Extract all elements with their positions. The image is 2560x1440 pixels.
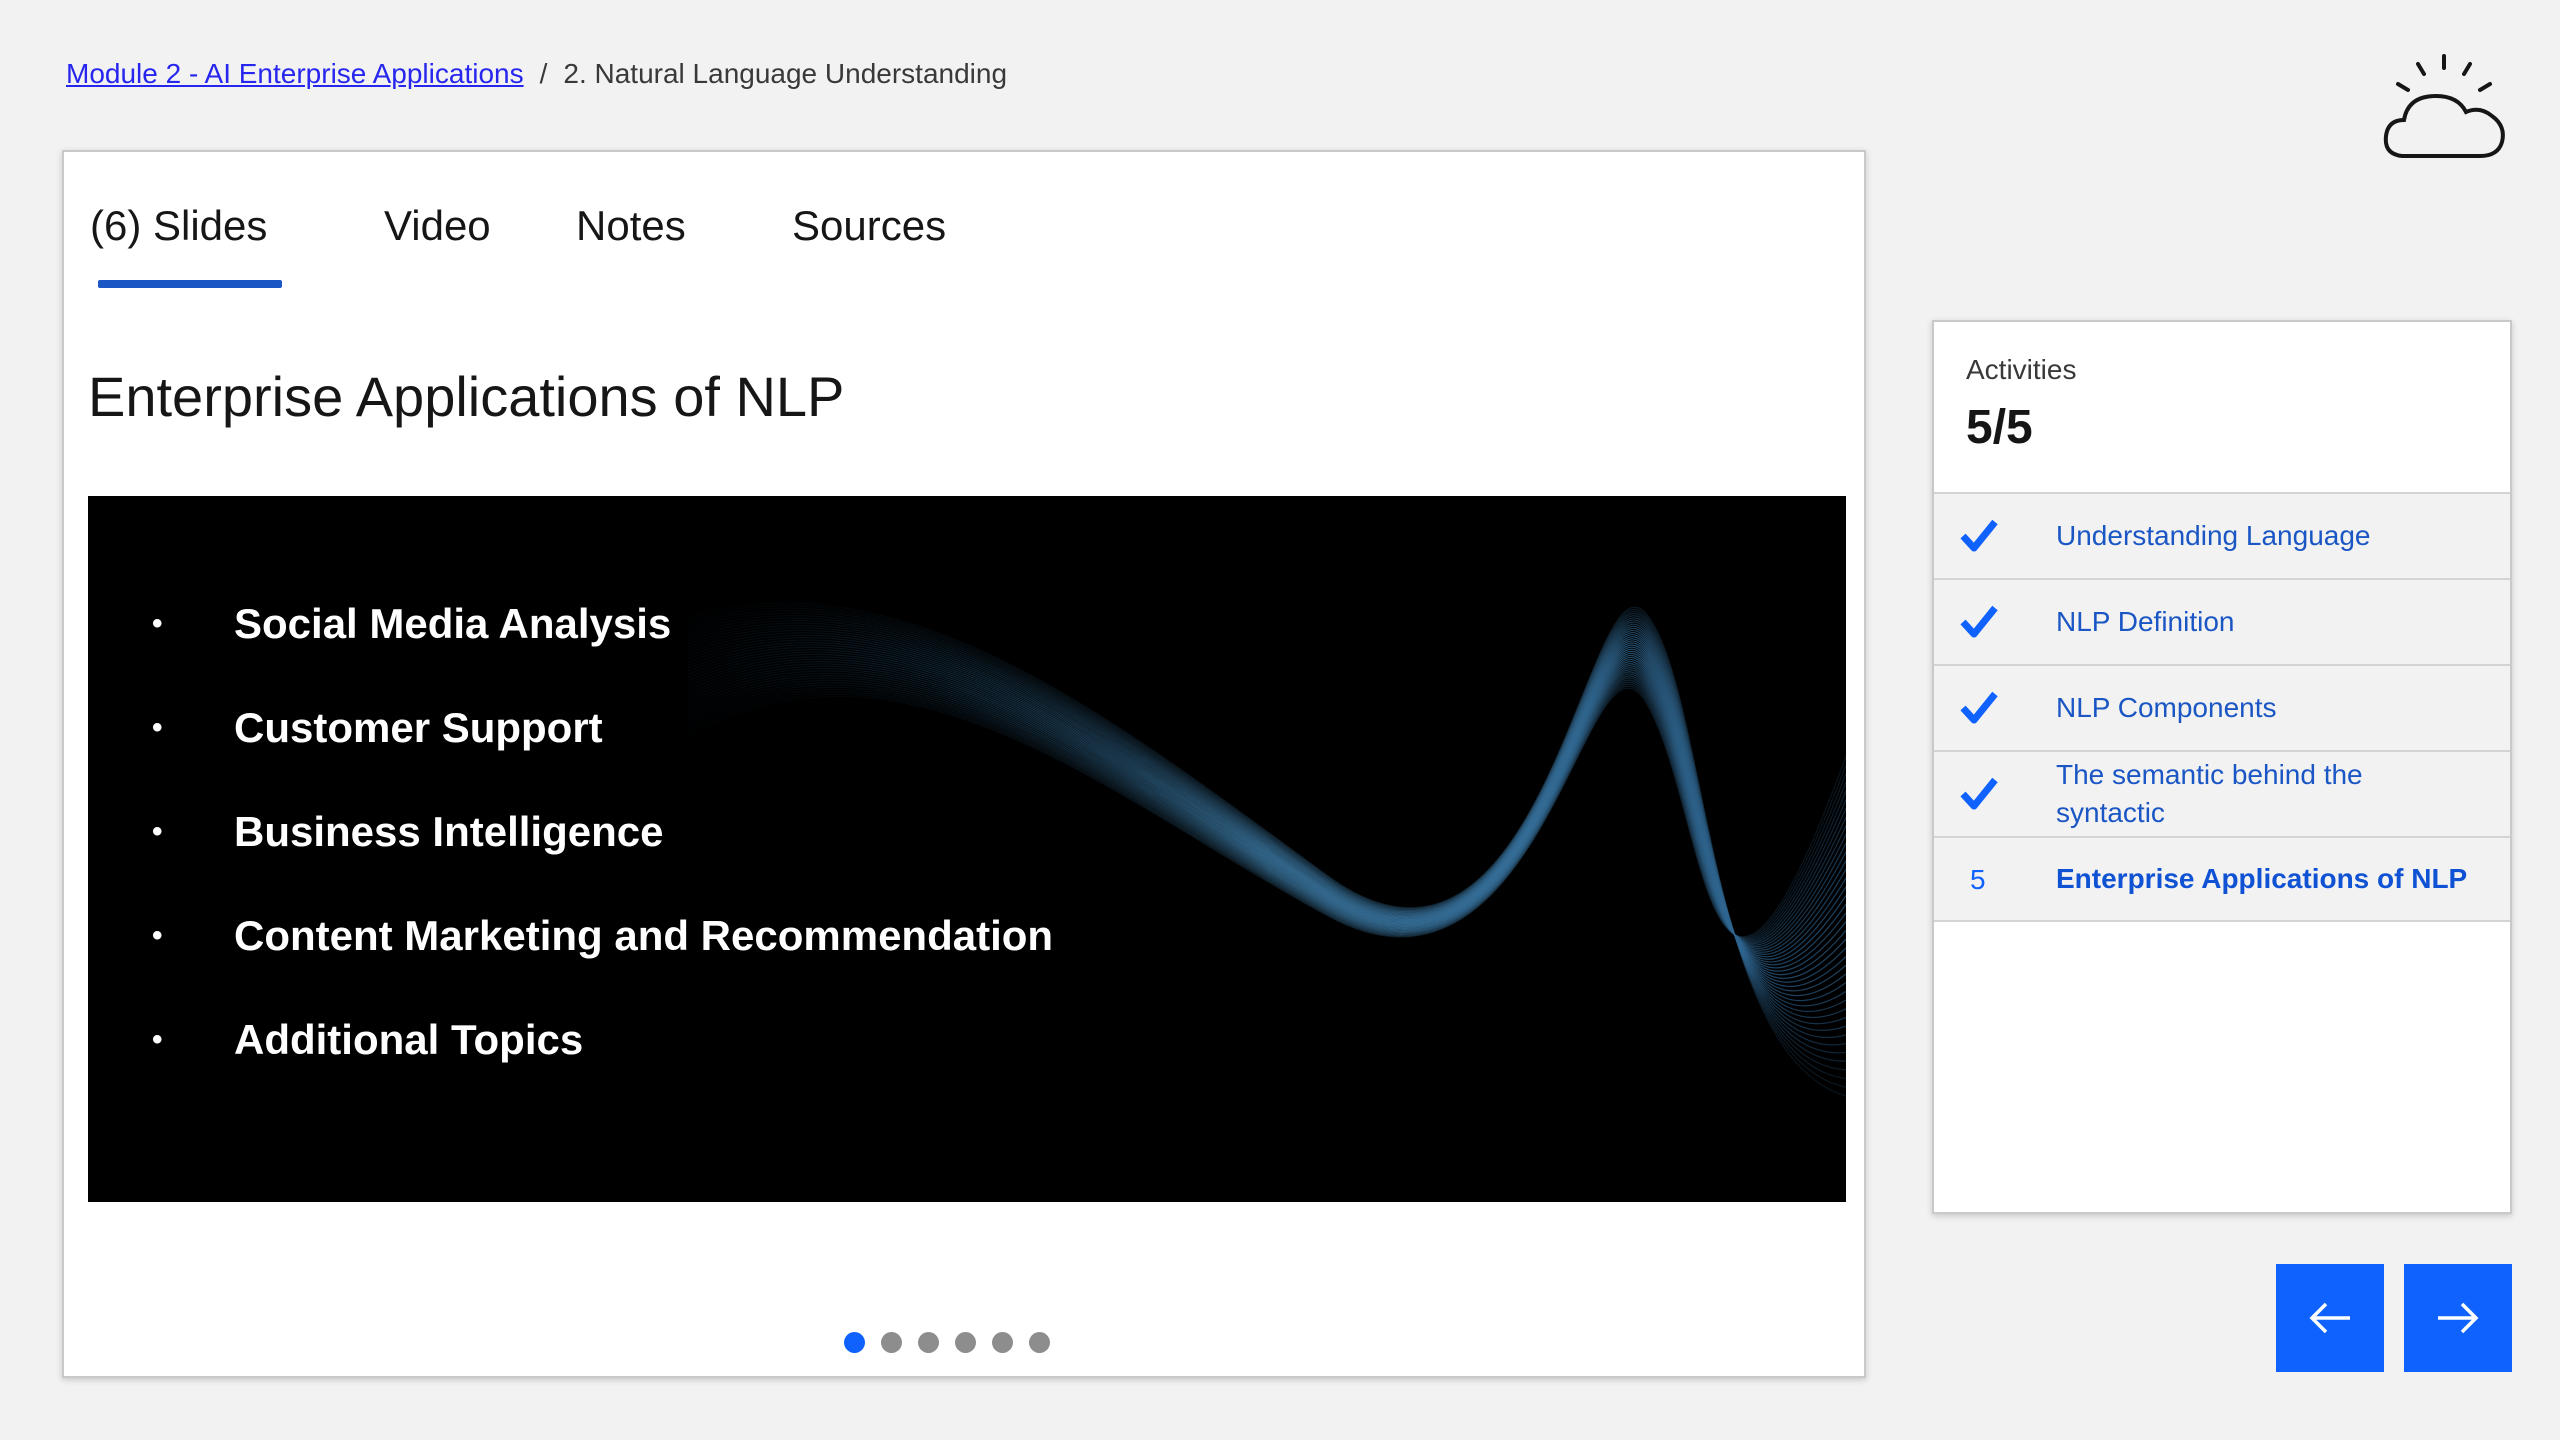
bullet-symbol: •: [152, 919, 163, 952]
bullet-symbol: •: [152, 607, 163, 640]
active-tab-indicator: [98, 280, 282, 288]
arrow-right-icon: [2438, 1302, 2479, 1334]
slide-image: • Social Media Analysis • Customer Support…: [88, 496, 1846, 1202]
checkmark-icon: [1960, 605, 1998, 638]
pagination-dot[interactable]: [918, 1332, 939, 1353]
slide-bullet-item: • Content Marketing and Recommendation: [152, 906, 1053, 1010]
bullet-symbol: •: [152, 711, 163, 744]
activity-label: NLP Definition: [2056, 606, 2235, 637]
activity-label: Understanding Language: [2056, 520, 2371, 551]
activity-label: The semantic behind the syntactic: [2056, 759, 2363, 828]
activities-panel: Activities 5/5 Understanding Language NL…: [1932, 320, 2512, 1214]
pagination-dot[interactable]: [844, 1332, 865, 1353]
breadcrumb: Module 2 - AI Enterprise Applications / …: [66, 58, 1007, 90]
bullet-symbol: •: [152, 1023, 163, 1056]
breadcrumb-current: 2. Natural Language Understanding: [563, 58, 1008, 89]
checkmark-icon: [1960, 691, 1998, 724]
activity-item[interactable]: Understanding Language: [1934, 492, 2510, 578]
slide-bullet-item: • Additional Topics: [152, 1010, 1053, 1114]
slide-bullet-text: Social Media Analysis: [234, 600, 672, 647]
breadcrumb-separator: /: [539, 58, 548, 89]
cloud-sun-icon: [2383, 54, 2505, 158]
slide-pagination: [844, 1332, 1050, 1353]
slide-bullet-text: Additional Topics: [234, 1016, 584, 1063]
breadcrumb-module-link[interactable]: Module 2 - AI Enterprise Applications: [66, 58, 524, 90]
slide-bullet-text: Business Intelligence: [234, 808, 664, 855]
tab-video[interactable]: Video: [384, 202, 491, 250]
slide-title: Enterprise Applications of NLP: [88, 365, 845, 428]
activity-item[interactable]: NLP Components: [1934, 664, 2510, 750]
tab-sources[interactable]: Sources: [792, 202, 946, 250]
tab-slides[interactable]: (6) Slides: [90, 202, 267, 250]
activities-label: Activities: [1966, 354, 2077, 385]
pagination-dot[interactable]: [992, 1332, 1013, 1353]
activity-item-current[interactable]: 5 Enterprise Applications of NLP: [1934, 836, 2510, 922]
activities-count: 5/5: [1966, 401, 2033, 454]
checkmark-icon: [1960, 519, 1998, 552]
checkmark-icon: [1960, 777, 1998, 810]
activity-number: 5: [1970, 864, 1986, 895]
previous-button[interactable]: [2276, 1264, 2384, 1372]
slide-bullet-item: • Social Media Analysis: [152, 594, 1053, 698]
arrow-left-icon: [2309, 1302, 2350, 1334]
slide-bullet-list: • Social Media Analysis • Customer Support…: [152, 594, 1053, 1114]
pagination-dot[interactable]: [881, 1332, 902, 1353]
next-button[interactable]: [2404, 1264, 2512, 1372]
pagination-dot[interactable]: [955, 1332, 976, 1353]
activity-label: Enterprise Applications of NLP: [2056, 863, 2468, 894]
pagination-dot[interactable]: [1029, 1332, 1050, 1353]
activity-label: NLP Components: [2056, 692, 2277, 723]
slide-bullet-text: Content Marketing and Recommendation: [234, 912, 1054, 959]
activities-list: Understanding Language NLP Definition NL…: [1934, 492, 2510, 922]
tab-notes[interactable]: Notes: [576, 202, 686, 250]
activity-item[interactable]: The semantic behind the syntactic: [1934, 750, 2510, 836]
activity-item[interactable]: NLP Definition: [1934, 578, 2510, 664]
content-card: (6) Slides Video Notes Sources Enterpris…: [62, 150, 1866, 1378]
bullet-symbol: •: [152, 815, 163, 848]
slide-bullet-item: • Business Intelligence: [152, 802, 1053, 906]
slide-bullet-item: • Customer Support: [152, 698, 1053, 802]
slide-bullet-text: Customer Support: [234, 704, 603, 751]
